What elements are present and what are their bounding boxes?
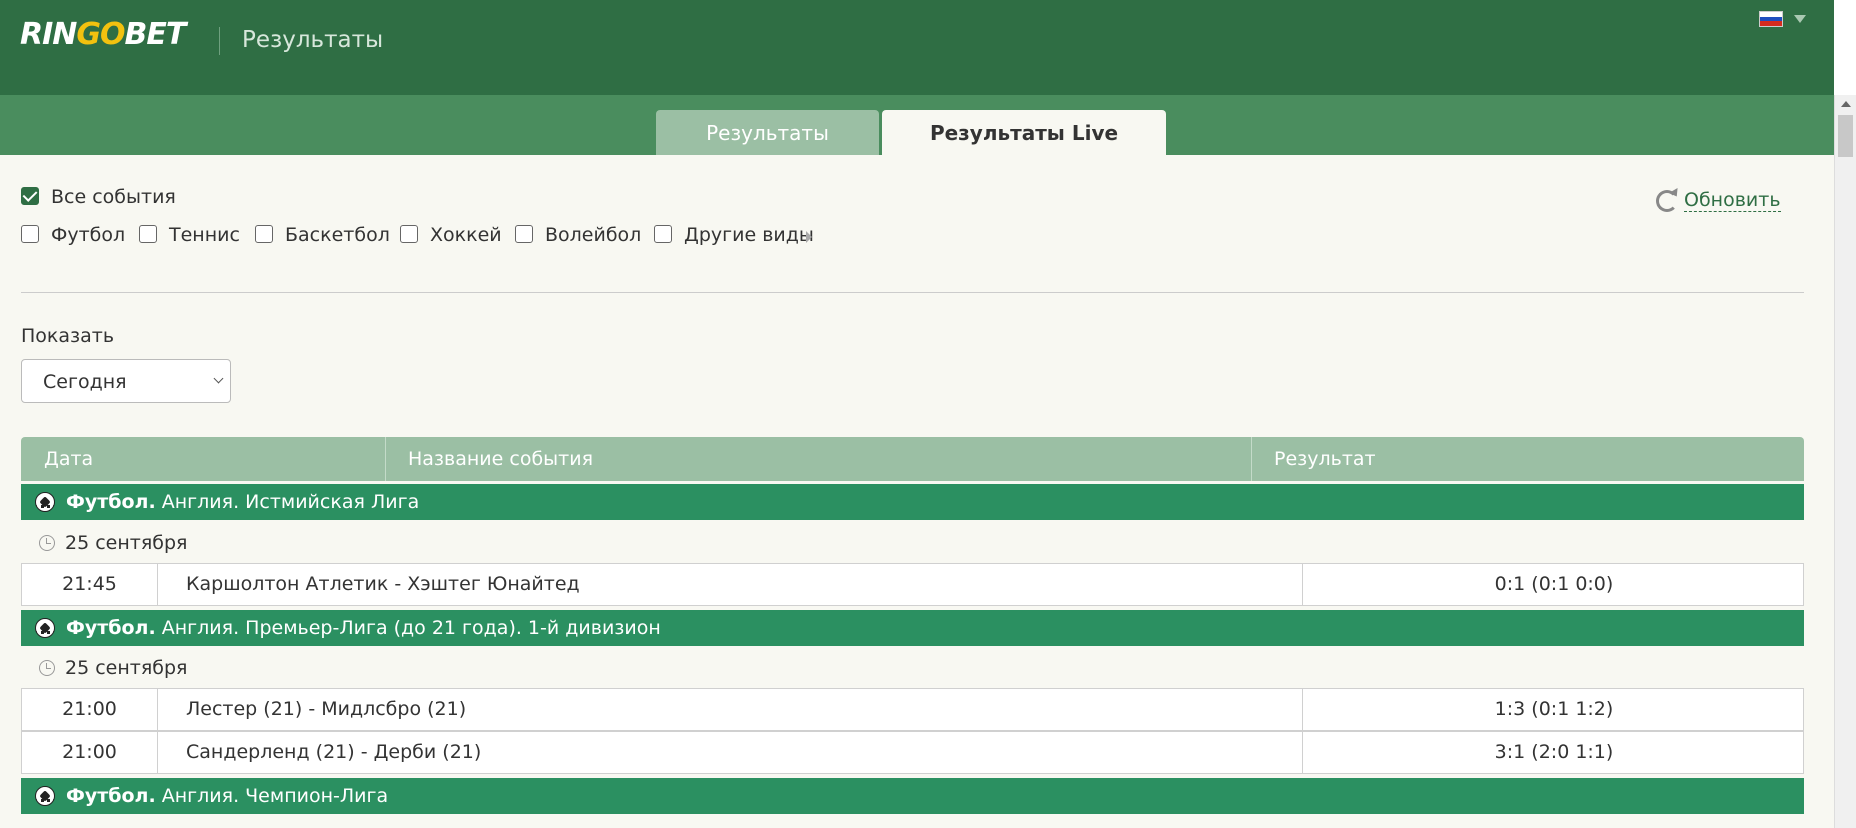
tennis-label[interactable]: Теннис [169, 224, 240, 246]
football-label[interactable]: Футбол [51, 224, 125, 246]
soccer-ball-icon [35, 492, 55, 512]
hockey-checkbox[interactable] [400, 225, 418, 243]
column-header-date[interactable]: Дата [44, 437, 93, 481]
event-result: 1:3 (0:1 1:2) [1494, 698, 1614, 720]
volleyball-label[interactable]: Волейбол [545, 224, 641, 246]
language-dropdown-icon[interactable] [1794, 15, 1806, 23]
soccer-ball-icon [35, 786, 55, 806]
date-label: 25 сентября [65, 532, 188, 554]
hockey-label[interactable]: Хоккей [430, 224, 502, 246]
filters-divider [21, 292, 1804, 293]
column-header-event-name[interactable]: Название события [408, 437, 593, 481]
event-time: 21:45 [62, 573, 117, 595]
clock-icon [39, 660, 55, 676]
cell-divider [157, 732, 158, 773]
event-name: Сандерленд (21) - Дерби (21) [186, 741, 482, 763]
event-time: 21:00 [62, 698, 117, 720]
tab-bar: Результаты Результаты Live [0, 95, 1834, 155]
date-label: 25 сентября [65, 657, 188, 679]
russia-flag-icon[interactable] [1759, 11, 1783, 27]
date-row: 25 сентября [21, 523, 1804, 563]
vertical-scrollbar[interactable] [1834, 95, 1856, 828]
table-header: Дата Название события Результат [21, 437, 1804, 481]
tennis-checkbox[interactable] [139, 225, 157, 243]
league-group-header[interactable]: Футбол. Англия. Премьер-Лига (до 21 года… [21, 610, 1804, 646]
tab-results-live[interactable]: Результаты Live [882, 110, 1166, 155]
table-row[interactable]: 21:00 Лестер (21) - Мидлсбро (21) 1:3 (0… [21, 688, 1804, 731]
refresh-icon [1656, 189, 1678, 212]
league-title: Футбол. Англия. Чемпион-Лига [66, 785, 389, 807]
league-title: Футбол. Англия. Истмийская Лига [66, 491, 420, 513]
cell-divider [157, 689, 158, 730]
all-events-checkbox[interactable] [21, 187, 39, 205]
header-divider [219, 27, 220, 55]
soccer-ball-icon [35, 618, 55, 638]
show-label: Показать [21, 325, 115, 347]
chevron-down-icon [213, 373, 224, 384]
other-sports-checkbox[interactable] [654, 225, 672, 243]
event-name: Лестер (21) - Мидлсбро (21) [186, 698, 467, 720]
column-divider [385, 437, 386, 481]
volleyball-checkbox[interactable] [515, 225, 533, 243]
page-title: Результаты [242, 27, 384, 53]
period-select[interactable]: Сегодня [21, 359, 231, 403]
clock-icon [39, 535, 55, 551]
event-time: 21:00 [62, 741, 117, 763]
refresh-label: Обновить [1684, 189, 1781, 212]
league-title: Футбол. Англия. Премьер-Лига (до 21 года… [66, 617, 661, 639]
basketball-checkbox[interactable] [255, 225, 273, 243]
other-sports-label[interactable]: Другие виды [684, 224, 814, 246]
other-sports-expand-icon[interactable] [806, 231, 812, 243]
date-row: 25 сентября [21, 648, 1804, 688]
event-result: 3:1 (2:0 1:1) [1494, 741, 1614, 763]
refresh-button[interactable]: Обновить [1656, 189, 1781, 212]
column-divider [1251, 437, 1252, 481]
football-checkbox[interactable] [21, 225, 39, 243]
table-row[interactable]: 21:45 Каршолтон Атлетик - Хэштег Юнайтед… [21, 563, 1804, 606]
ringobet-logo[interactable]: RINGOBET [20, 17, 186, 52]
table-row[interactable]: 21:00 Сандерленд (21) - Дерби (21) 3:1 (… [21, 731, 1804, 774]
league-group-header[interactable]: Футбол. Англия. Чемпион-Лига [21, 778, 1804, 814]
cell-divider [157, 564, 158, 605]
top-header: RINGOBET Результаты [0, 0, 1834, 95]
event-result: 0:1 (0:1 0:0) [1494, 573, 1614, 595]
period-select-value: Сегодня [43, 371, 127, 393]
scrollbar-thumb[interactable] [1838, 115, 1853, 157]
event-name: Каршолтон Атлетик - Хэштег Юнайтед [186, 573, 580, 595]
column-header-result[interactable]: Результат [1274, 437, 1376, 481]
all-events-label[interactable]: Все события [51, 186, 176, 208]
league-group-header[interactable]: Футбол. Англия. Истмийская Лига [21, 484, 1804, 520]
scroll-up-icon[interactable] [1841, 101, 1851, 107]
basketball-label[interactable]: Баскетбол [285, 224, 390, 246]
flag-stripe-red [1760, 21, 1782, 27]
tab-results[interactable]: Результаты [656, 110, 879, 155]
